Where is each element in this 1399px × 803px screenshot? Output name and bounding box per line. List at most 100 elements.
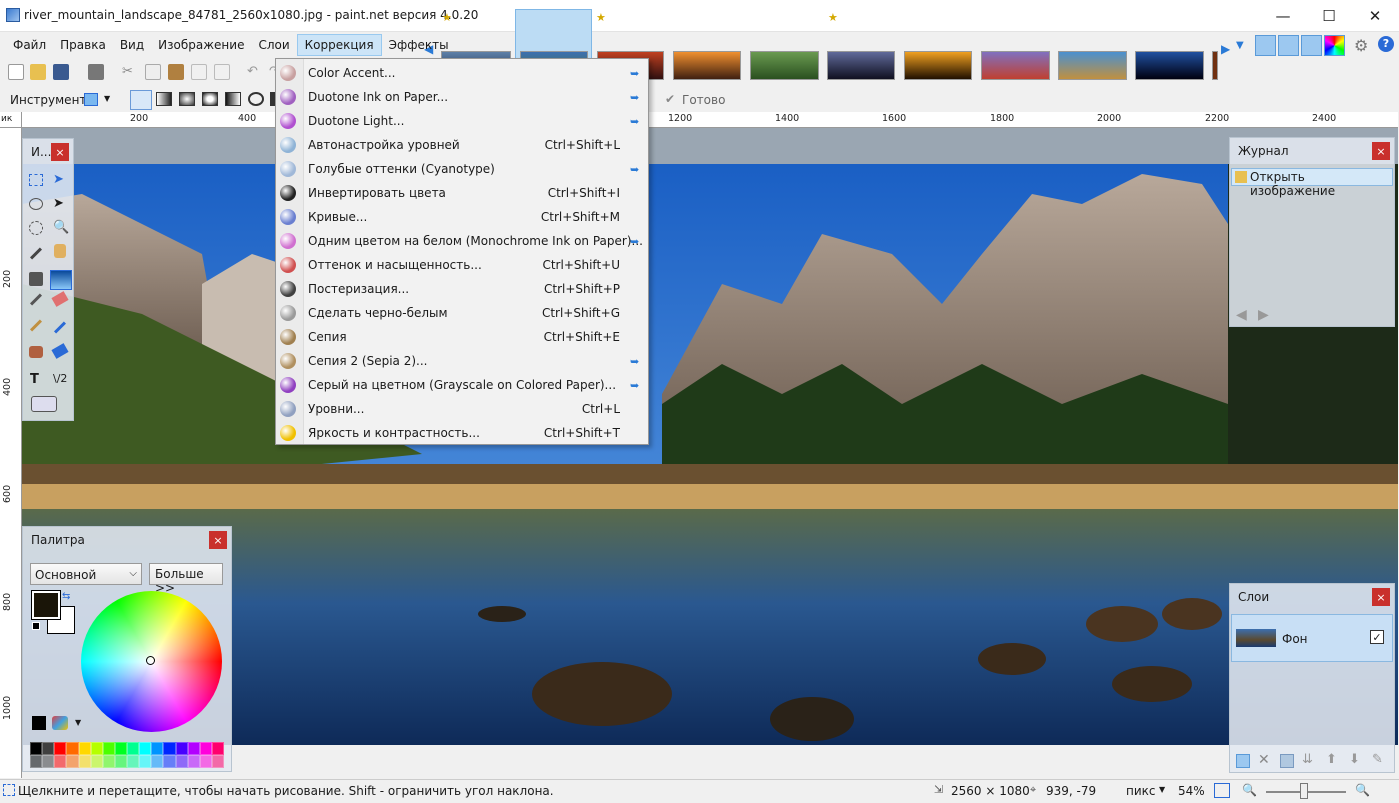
gradient-tool[interactable] — [50, 270, 72, 290]
palette-color-swatch[interactable] — [199, 742, 212, 755]
layers-panel-close-button[interactable]: × — [1372, 588, 1390, 606]
thumbnail[interactable] — [827, 51, 895, 80]
line-curve-tool[interactable]: \/2 — [53, 372, 67, 385]
history-item[interactable]: Открыть изображение — [1231, 168, 1393, 198]
history-panel-close-button[interactable]: × — [1372, 142, 1390, 160]
palette-color-swatch[interactable] — [175, 755, 188, 768]
palette-color-swatch[interactable] — [187, 742, 200, 755]
palette-color-swatch[interactable] — [30, 742, 43, 755]
palette-color-swatch[interactable] — [175, 742, 188, 755]
clone-stamp-tool[interactable] — [29, 346, 43, 358]
thumbnail[interactable] — [750, 51, 819, 80]
close-window-button[interactable]: ✕ — [1352, 0, 1398, 32]
palette-color-swatch[interactable] — [54, 742, 67, 755]
lasso-tool[interactable] — [29, 198, 43, 210]
zoom-out-icon[interactable]: 🔍 — [1242, 783, 1257, 797]
adjustment-menu-item[interactable]: Серый на цветном (Grayscale on Colored P… — [276, 373, 648, 397]
cut-icon[interactable]: ✂ — [122, 64, 138, 80]
move-selection-tool[interactable]: ➤ — [53, 172, 64, 187]
adjustment-menu-item[interactable]: Автонастройка уровней Ctrl+Shift+L — [276, 133, 648, 157]
thumbnail-scroll-right[interactable]: ▶ — [1221, 42, 1230, 56]
thumbnail[interactable] — [1135, 51, 1204, 80]
delete-layer-icon[interactable]: ✕ — [1258, 752, 1270, 768]
history-window-icon[interactable] — [1278, 35, 1299, 56]
adjustment-menu-item[interactable]: Одним цветом на белом (Monochrome Ink on… — [276, 229, 648, 253]
adjustment-menu-item[interactable]: Оттенок и насыщенность... Ctrl+Shift+U — [276, 253, 648, 277]
zoom-to-window-icon[interactable] — [1214, 783, 1230, 798]
palette-color-swatch[interactable] — [54, 755, 67, 768]
tools-window-icon[interactable] — [1255, 35, 1276, 56]
zoom-slider-thumb[interactable] — [1300, 783, 1308, 799]
palette-color-swatch[interactable] — [163, 742, 176, 755]
adjustment-menu-item[interactable]: Duotone Ink on Paper... ➥ — [276, 85, 648, 109]
move-tool[interactable]: ➤ — [53, 196, 64, 211]
thumbnail[interactable] — [1058, 51, 1127, 80]
menu-effects[interactable]: Эффекты — [382, 35, 456, 55]
adjustment-menu-item[interactable]: Уровни... Ctrl+L — [276, 397, 648, 421]
palette-color-swatch[interactable] — [114, 755, 127, 768]
menu-adjustments[interactable]: Коррекция — [296, 34, 382, 56]
current-tool-icon[interactable] — [84, 93, 98, 106]
selection-mode-spiral[interactable] — [248, 92, 264, 106]
paste-icon[interactable] — [168, 64, 184, 80]
layers-window-icon[interactable] — [1301, 35, 1322, 56]
save-icon[interactable] — [53, 64, 69, 80]
palette-mode-select[interactable]: Основной ⌵ — [30, 563, 142, 585]
palette-color-swatch[interactable] — [78, 755, 91, 768]
layer-down-icon[interactable]: ⬇ — [1349, 752, 1360, 767]
adjustment-menu-item[interactable]: Duotone Light... ➥ — [276, 109, 648, 133]
unit-chevron-down-icon[interactable]: ▼ — [1159, 785, 1165, 794]
palette-panel-close-button[interactable]: × — [209, 531, 227, 549]
layer-properties-icon[interactable]: ✎ — [1372, 752, 1383, 767]
add-layer-icon[interactable] — [1236, 754, 1250, 768]
star-icon[interactable]: ★ — [596, 11, 606, 24]
minimize-button[interactable]: — — [1260, 0, 1306, 32]
maximize-button[interactable]: ☐ — [1306, 0, 1352, 32]
palette-color-swatch[interactable] — [42, 742, 55, 755]
rectangle-select-tool[interactable] — [29, 174, 43, 186]
text-tool[interactable]: T — [30, 372, 39, 387]
ellipse-select-tool[interactable] — [29, 221, 43, 235]
palette-color-swatch[interactable] — [114, 742, 127, 755]
reset-colors-icon[interactable] — [32, 622, 40, 630]
palette-color-swatch[interactable] — [211, 755, 224, 768]
history-undo-icon[interactable]: ◀ — [1236, 307, 1247, 323]
star-icon[interactable]: ★ — [828, 11, 838, 24]
palette-color-swatch[interactable] — [102, 742, 115, 755]
adjustment-menu-item[interactable]: Постеризация... Ctrl+Shift+P — [276, 277, 648, 301]
tools-panel-close-button[interactable]: × — [51, 143, 69, 161]
shapes-tool[interactable] — [31, 396, 57, 412]
palette-color-swatch[interactable] — [199, 755, 212, 768]
selection-mode-xor[interactable] — [225, 92, 241, 106]
thumbnail[interactable] — [673, 51, 741, 80]
menu-edit[interactable]: Правка — [53, 35, 113, 55]
palette-color-swatch[interactable] — [102, 755, 115, 768]
star-icon[interactable]: ★ — [442, 11, 452, 24]
selection-mode-exclude[interactable] — [179, 92, 195, 106]
layer-row[interactable]: Фон ✓ — [1231, 614, 1393, 662]
more-button[interactable]: Больше >> — [149, 563, 223, 595]
adjustment-menu-item[interactable]: Color Accent... ➥ — [276, 61, 648, 85]
palette-color-swatch[interactable] — [78, 742, 91, 755]
thumbnail[interactable] — [1212, 51, 1218, 80]
dropdown-arrow-icon[interactable]: ▼ — [1236, 40, 1244, 51]
print-icon[interactable] — [88, 64, 104, 80]
selection-mode-union[interactable] — [156, 92, 172, 106]
color-wheel-cursor[interactable] — [146, 656, 155, 665]
layer-visible-checkbox[interactable]: ✓ — [1370, 630, 1384, 644]
settings-gear-icon[interactable]: ⚙ — [1354, 36, 1368, 55]
adjustment-menu-item[interactable]: Инвертировать цвета Ctrl+Shift+I — [276, 181, 648, 205]
merge-layer-icon[interactable]: ⇊ — [1302, 752, 1313, 767]
new-file-icon[interactable] — [8, 64, 24, 80]
menu-image[interactable]: Изображение — [151, 35, 251, 55]
selection-mode-replace[interactable] — [130, 90, 152, 110]
palette-color-swatch[interactable] — [211, 742, 224, 755]
thumbnail[interactable] — [981, 51, 1050, 80]
palette-color-swatch[interactable] — [66, 742, 79, 755]
palette-color-swatch[interactable] — [151, 742, 164, 755]
copy-icon[interactable] — [145, 64, 161, 80]
menu-view[interactable]: Вид — [113, 35, 151, 55]
palette-color-swatch[interactable] — [90, 755, 103, 768]
undo-icon[interactable]: ↶ — [247, 64, 263, 80]
palette-color-swatch[interactable] — [66, 755, 79, 768]
